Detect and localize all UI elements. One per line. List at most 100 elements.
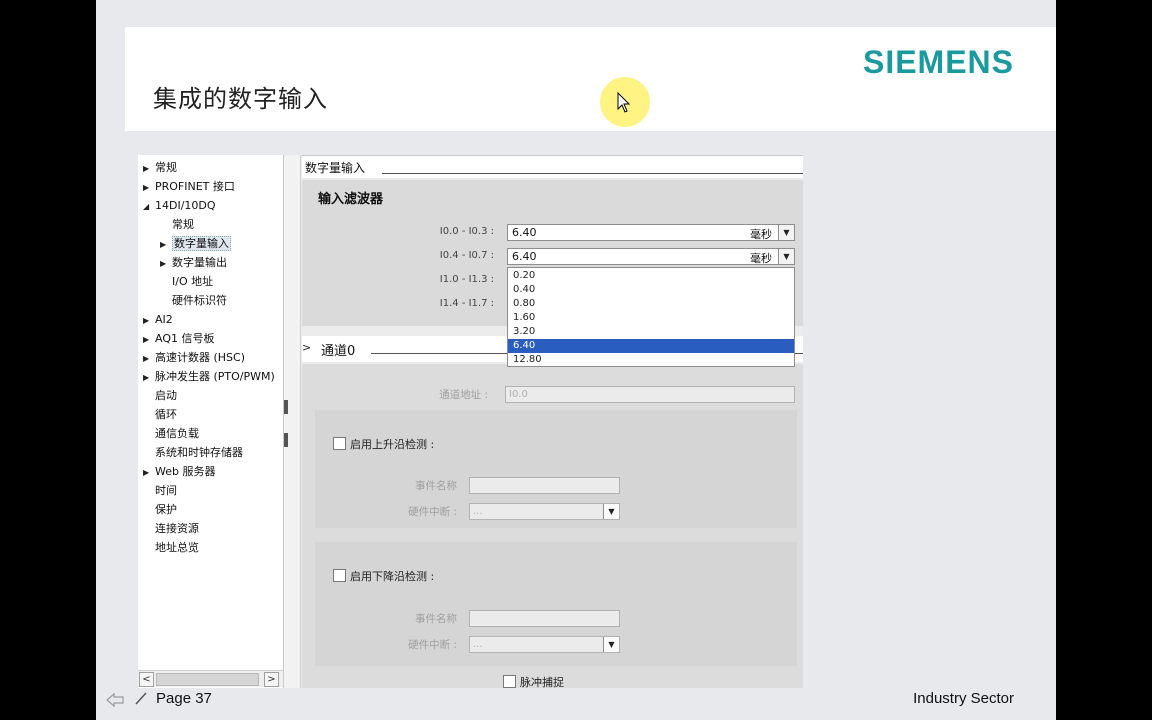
tree-item-label: 14DI/10DQ xyxy=(155,199,216,212)
filter-time-value: 6.40 xyxy=(512,250,537,263)
tree-item-io-address[interactable]: I/O 地址 xyxy=(160,273,213,291)
rising-edge-row[interactable]: 启用上升沿检测 : xyxy=(333,436,434,452)
splitter-collapse-icon[interactable] xyxy=(284,400,288,414)
tree-item-label: 数字量输出 xyxy=(172,256,227,269)
tree-item-startup[interactable]: 启动 xyxy=(143,387,177,405)
expand-arrow-icon[interactable]: ▶ xyxy=(143,160,155,178)
hw-interrupt-label: 硬件中断 : xyxy=(408,506,457,518)
dropdown-arrow-icon: ▼ xyxy=(603,504,619,519)
section-header: 数字量输入 xyxy=(302,155,803,178)
section-divider xyxy=(382,173,803,174)
expand-arrow-icon[interactable]: ▶ xyxy=(143,464,155,482)
expand-arrow-icon[interactable]: ▶ xyxy=(160,236,172,254)
page-number: Page 37 xyxy=(156,690,212,707)
dropdown-option[interactable]: 12.80 xyxy=(508,353,794,367)
rising-edge-checkbox[interactable] xyxy=(333,437,346,450)
dropdown-option[interactable]: 0.20 xyxy=(508,269,794,283)
dropdown-option[interactable]: 3.20 xyxy=(508,325,794,339)
dropdown-arrow-icon[interactable]: ▼ xyxy=(778,249,794,264)
dropdown-option[interactable]: 0.80 xyxy=(508,297,794,311)
collapse-arrow-icon[interactable]: ◢ xyxy=(143,198,155,216)
footer-sector: Industry Sector xyxy=(913,690,1014,707)
tree-item-label: 脉冲发生器 (PTO/PWM) xyxy=(155,370,275,383)
dropdown-option[interactable]: 1.60 xyxy=(508,311,794,325)
splitter-expand-icon[interactable] xyxy=(284,433,288,447)
tree-item-connection-resources[interactable]: 连接资源 xyxy=(143,520,199,538)
expand-arrow-icon[interactable]: ▶ xyxy=(160,255,172,273)
title-bar: 集成的数字输入 SIEMENS xyxy=(125,27,1056,131)
pen-icon[interactable] xyxy=(134,690,150,706)
tree-item-label: 时间 xyxy=(155,484,177,497)
rising-edge-group: 启用上升沿检测 : 事件名称 硬件中断 : ... ▼ xyxy=(315,410,797,528)
dropdown-arrow-icon[interactable]: ▼ xyxy=(778,225,794,240)
expand-arrow-icon[interactable]: ▶ xyxy=(143,350,155,368)
siemens-logo: SIEMENS xyxy=(862,44,1014,80)
back-arrow-icon[interactable] xyxy=(106,693,124,707)
tree-item-label: 常规 xyxy=(155,161,177,174)
filter-row-label: I1.0 - I1.3 : xyxy=(439,274,494,285)
expand-arrow-icon[interactable]: ▶ xyxy=(143,312,155,330)
dropdown-option[interactable]: 0.40 xyxy=(508,283,794,297)
filter-row-label: I0.0 - I0.3 : xyxy=(439,226,494,237)
expand-arrow-icon[interactable]: ▶ xyxy=(143,331,155,349)
tree-item-label: 高速计数器 (HSC) xyxy=(155,351,246,364)
pulse-catch-row[interactable]: 脉冲捕捉 xyxy=(503,674,564,690)
pulse-catch-checkbox[interactable] xyxy=(503,675,516,688)
expand-arrow-icon[interactable]: ▶ xyxy=(143,369,155,387)
tree-item-ai2[interactable]: ▶ AI2 xyxy=(143,311,173,329)
hw-interrupt-value: ... xyxy=(473,506,483,517)
section-title: 数字量输入 xyxy=(305,161,366,175)
filter-time-select-i0-0[interactable]: 6.40 毫秒 ▼ xyxy=(507,224,795,241)
falling-edge-checkbox[interactable] xyxy=(333,569,346,582)
channel-address-label: 通道地址 : xyxy=(439,389,488,401)
tree-item-digital-output[interactable]: ▶ 数字量输出 xyxy=(160,254,227,272)
dropdown-option-selected[interactable]: 6.40 xyxy=(508,339,794,353)
tree-item-protection[interactable]: 保护 xyxy=(143,501,177,519)
event-name-field xyxy=(469,477,620,494)
tree-item-system-clock-memory[interactable]: 系统和时钟存储器 xyxy=(143,444,243,462)
slide: 集成的数字输入 SIEMENS ▶ 常规 ▶ PROFINET 接口 ◢ 14DI/1… xyxy=(96,0,1056,720)
tree-item-14di-10dq[interactable]: ◢ 14DI/10DQ xyxy=(143,197,216,215)
tree-item-comm-load[interactable]: 通信负载 xyxy=(143,425,199,443)
falling-edge-group: 启用下降沿检测 : 事件名称 硬件中断 : ... ▼ xyxy=(315,542,797,666)
hw-interrupt-value: ... xyxy=(473,639,483,650)
event-name-label: 事件名称 xyxy=(415,613,457,625)
tree-item-label: 硬件标识符 xyxy=(172,294,227,307)
device-tree-panel: ▶ 常规 ▶ PROFINET 接口 ◢ 14DI/10DQ 常规 ▶ 数字量输入 ▶ 数… xyxy=(138,155,284,688)
filter-time-select-i0-4[interactable]: 6.40 毫秒 ▼ xyxy=(507,248,795,265)
tree-item-label: 循环 xyxy=(155,408,177,421)
tree-item-pto-pwm[interactable]: ▶ 脉冲发生器 (PTO/PWM) xyxy=(143,368,275,386)
scroll-left-button[interactable]: < xyxy=(139,672,154,687)
tree-item-label: 连接资源 xyxy=(155,522,199,535)
tree-horizontal-scrollbar[interactable]: < > xyxy=(138,670,283,687)
tree-item-web-server[interactable]: ▶ Web 服务器 xyxy=(143,463,215,481)
panel-splitter[interactable] xyxy=(284,155,301,688)
scroll-thumb[interactable] xyxy=(156,673,259,686)
event-name-label: 事件名称 xyxy=(415,480,457,492)
tree-item-label: 数字量输入 xyxy=(172,236,231,251)
tree-item-profinet[interactable]: ▶ PROFINET 接口 xyxy=(143,178,235,196)
tree-item-aq1-signal-board[interactable]: ▶ AQ1 信号板 xyxy=(143,330,215,348)
filter-time-value: 6.40 xyxy=(512,226,537,239)
tree-item-label: 系统和时钟存储器 xyxy=(155,446,243,459)
expand-arrow-icon[interactable]: ▶ xyxy=(143,179,155,197)
tree-item-address-overview[interactable]: 地址总览 xyxy=(143,539,199,557)
filter-row-label: I1.4 - I1.7 : xyxy=(439,298,494,309)
tree-item-label: I/O 地址 xyxy=(172,275,214,288)
tree-item-hw-identifier[interactable]: 硬件标识符 xyxy=(160,292,227,310)
scroll-right-button[interactable]: > xyxy=(264,672,279,687)
tree-item-time[interactable]: 时间 xyxy=(143,482,177,500)
hw-interrupt-label: 硬件中断 : xyxy=(408,639,457,651)
tree-item-cycle[interactable]: 循环 xyxy=(143,406,177,424)
filter-time-dropdown-list[interactable]: 0.20 0.40 0.80 1.60 3.20 6.40 12.80 xyxy=(507,267,795,367)
tree-item-label: 常规 xyxy=(172,218,194,231)
tree-item-label: 通信负载 xyxy=(155,427,199,440)
chevron-right-icon[interactable]: > xyxy=(302,341,311,354)
dropdown-arrow-icon: ▼ xyxy=(603,637,619,652)
tree-item-digital-input[interactable]: ▶ 数字量输入 xyxy=(160,235,231,253)
tree-item-hsc[interactable]: ▶ 高速计数器 (HSC) xyxy=(143,349,245,367)
slide-title: 集成的数字输入 xyxy=(153,85,328,113)
tree-item-general-sub[interactable]: 常规 xyxy=(160,216,194,234)
tree-item-general[interactable]: ▶ 常规 xyxy=(143,159,177,177)
falling-edge-row[interactable]: 启用下降沿检测 : xyxy=(333,568,434,584)
